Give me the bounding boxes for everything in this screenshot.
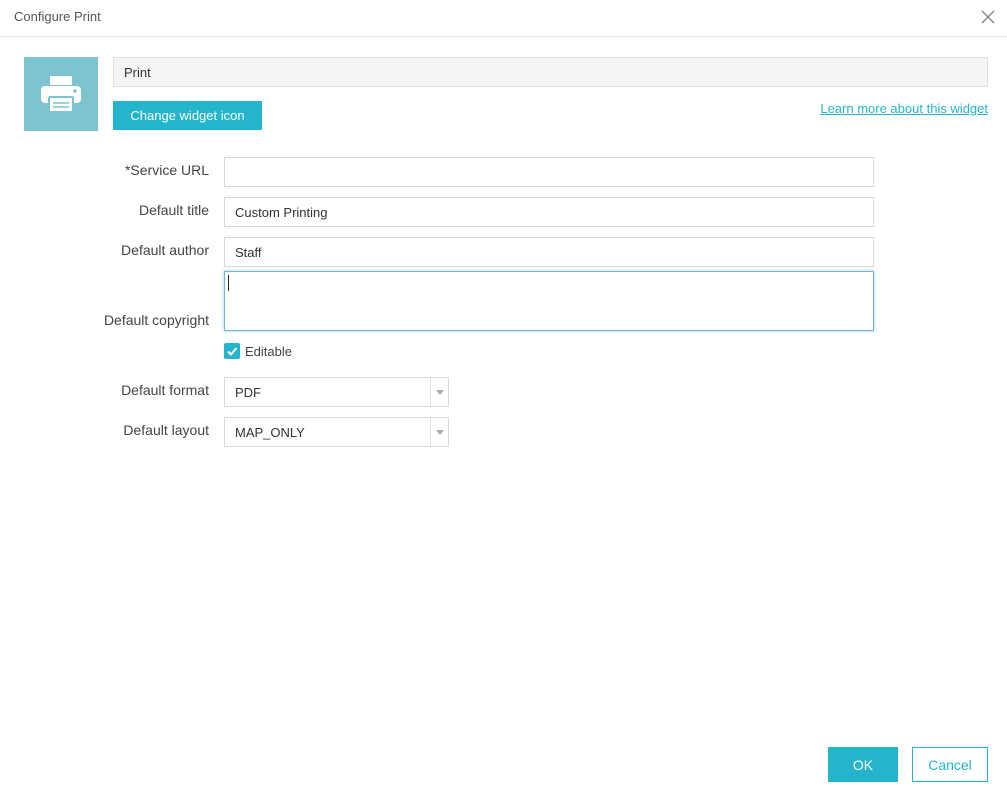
service-url-label: *Service URL bbox=[124, 162, 209, 178]
close-icon bbox=[981, 10, 995, 24]
caret-down-icon bbox=[435, 429, 444, 435]
default-layout-dropdown-toggle[interactable] bbox=[430, 418, 448, 446]
default-copyright-textarea[interactable] bbox=[224, 271, 874, 331]
default-format-label: Default format bbox=[121, 382, 209, 398]
dialog-title: Configure Print bbox=[14, 9, 101, 24]
cancel-button[interactable]: Cancel bbox=[912, 747, 988, 782]
default-title-label: Default title bbox=[138, 202, 209, 218]
learn-more-link[interactable]: Learn more about this widget bbox=[820, 101, 988, 116]
caret-down-icon bbox=[435, 389, 444, 395]
dialog-header: Configure Print bbox=[0, 0, 1007, 37]
checkmark-icon bbox=[227, 347, 238, 356]
widget-icon-tile bbox=[24, 57, 98, 131]
editable-label: Editable bbox=[245, 343, 292, 359]
default-format-select[interactable]: PDF bbox=[224, 377, 449, 407]
editable-checkbox[interactable] bbox=[224, 343, 240, 359]
text-caret bbox=[228, 275, 229, 291]
default-layout-select[interactable]: MAP_ONLY bbox=[224, 417, 449, 447]
printer-icon bbox=[41, 76, 81, 113]
default-author-label: Default author bbox=[121, 242, 209, 258]
default-copyright-label: Default copyright bbox=[103, 312, 209, 328]
default-format-dropdown-toggle[interactable] bbox=[430, 378, 448, 406]
default-layout-value: MAP_ONLY bbox=[235, 425, 305, 440]
ok-button[interactable]: OK bbox=[828, 747, 898, 782]
editable-checkbox-row[interactable]: Editable bbox=[224, 342, 292, 360]
default-format-value: PDF bbox=[235, 385, 261, 400]
change-widget-icon-button[interactable]: Change widget icon bbox=[113, 101, 262, 130]
default-layout-label: Default layout bbox=[123, 422, 209, 438]
configure-print-dialog: Configure Print Change widget icon Learn… bbox=[0, 0, 1007, 793]
service-url-input[interactable] bbox=[224, 157, 874, 187]
default-author-input[interactable] bbox=[224, 237, 874, 267]
close-button[interactable] bbox=[977, 6, 999, 28]
default-title-input[interactable] bbox=[224, 197, 874, 227]
widget-name-input[interactable] bbox=[113, 57, 988, 87]
